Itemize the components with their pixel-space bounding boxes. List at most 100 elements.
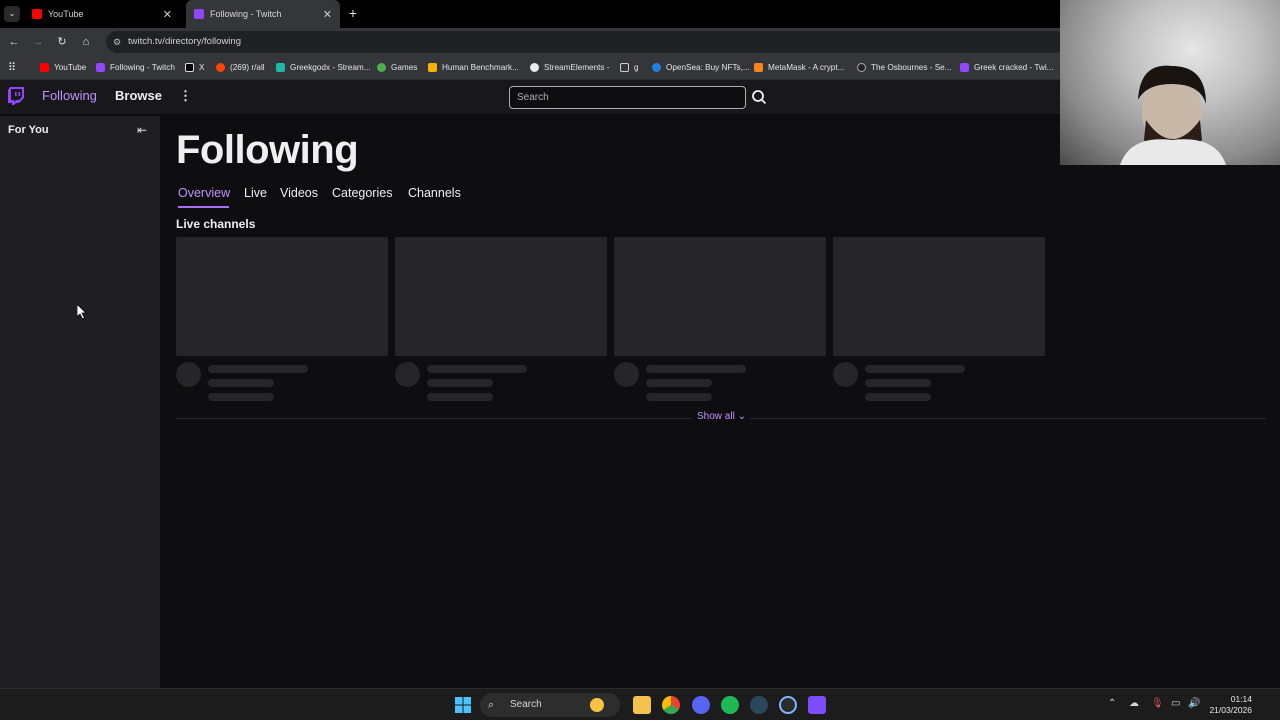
taskbar-search[interactable]: ⌕ Search [480,693,620,717]
taskbar-clock[interactable]: 01:14 21/03/2026 [1208,694,1252,716]
search-input[interactable]: Search [509,86,746,109]
avatar-placeholder [614,362,639,387]
sidebar-heading-for-you: For You [8,124,49,136]
windows-taskbar: ⌕ Search ⌃ ☁ 🎙 ▭ 🔊 01:14 21/03/2026 [0,688,1280,720]
reload-icon[interactable]: ↻ [54,34,70,50]
clock-time: 01:14 [1230,694,1252,704]
show-all-button[interactable]: Show all ⌄ [693,411,750,422]
opensea-icon [652,62,661,72]
tab-title: YouTube [48,9,84,19]
browser-tab-twitch[interactable]: Following - Twitch ✕ [186,0,340,28]
bookmark-games[interactable]: Games [377,56,417,78]
bookmark-osbournes[interactable]: The Osbournes - Se... [857,56,952,78]
bookmark-youtube[interactable]: YouTube [40,56,86,78]
text-placeholder [646,393,712,401]
close-icon[interactable]: ✕ [163,8,172,21]
card-thumbnail-placeholder [176,237,388,356]
bookmark-x[interactable]: X [185,56,204,78]
nav-browse[interactable]: Browse [115,88,162,103]
tab-categories[interactable]: Categories [332,186,392,200]
search-icon[interactable] [748,86,770,109]
folder-icon [620,62,629,72]
url-text: twitch.tv/directory/following [128,36,241,47]
apps-icon[interactable]: ⠿ [8,56,16,78]
search-highlight-icon [590,698,604,712]
mouse-cursor-icon [77,304,87,320]
youtube-icon [40,62,49,72]
bookmark-reddit[interactable]: (269) r/all [216,56,265,78]
bookmark-greekgodx[interactable]: Greekgodx - Stream... [276,56,371,78]
c-app-icon[interactable] [779,696,797,714]
bookmark-following-twitch[interactable]: Following - Twitch [96,56,175,78]
bookmark-human-benchmark[interactable]: Human Benchmark... [428,56,519,78]
steam-icon[interactable] [750,696,768,714]
twitch-icon [194,9,204,19]
nav-following[interactable]: Following [42,88,97,103]
forward-icon[interactable]: → [30,34,46,50]
section-heading-live-channels: Live channels [176,217,256,231]
bookmark-greek-cracked[interactable]: Greek cracked - Twi... [960,56,1053,78]
webcam-overlay [1060,0,1280,165]
windows-start-icon[interactable] [454,696,472,714]
text-placeholder [427,393,493,401]
games-icon [377,62,386,72]
streamelements-icon [530,62,539,72]
text-placeholder [208,393,274,401]
bookmark-metamask[interactable]: MetaMask - A crypt... [754,56,844,78]
text-placeholder [646,365,746,373]
onedrive-icon[interactable]: ☁ [1129,698,1139,709]
chrome-icon[interactable] [662,696,680,714]
discord-icon[interactable] [692,696,710,714]
text-placeholder [427,379,493,387]
network-icon[interactable]: ▭ [1171,698,1180,709]
clock-date: 21/03/2026 [1209,705,1252,715]
card-thumbnail-placeholder [614,237,826,356]
active-tab-indicator [178,206,229,208]
text-placeholder [427,365,527,373]
card-thumbnail-placeholder [833,237,1045,356]
twitch-logo-icon[interactable] [8,87,24,105]
tray-chevron-up-icon[interactable]: ⌃ [1108,698,1116,709]
tab-live[interactable]: Live [244,186,267,200]
tab-videos[interactable]: Videos [280,186,318,200]
avatar-placeholder [176,362,201,387]
tab-overview[interactable]: Overview [178,186,230,200]
osbournes-icon [857,62,866,72]
microphone-icon[interactable]: 🎙 [1151,698,1164,709]
text-placeholder [865,393,931,401]
volume-icon[interactable]: 🔊 [1188,698,1200,709]
sidebar: For You ⇤ [0,116,160,688]
address-bar[interactable]: ⚙ twitch.tv/directory/following [106,31,1066,53]
webcam-person-image [1120,65,1226,165]
tab-title: Following - Twitch [210,9,282,19]
twitch-icon [960,62,969,72]
browser-tab-youtube[interactable]: YouTube ✕ [24,0,180,28]
youtube-icon [32,9,42,19]
close-icon[interactable]: ✕ [323,8,332,21]
file-explorer-icon[interactable] [633,696,651,714]
twitch-icon [96,62,105,72]
bookmark-folder-g[interactable]: g [620,56,639,78]
search-icon: ⌕ [488,699,495,711]
home-icon[interactable]: ⌂ [78,34,94,50]
text-placeholder [646,379,712,387]
lightning-icon [428,62,437,72]
more-options-icon[interactable]: ⋮ [179,88,192,104]
x-icon [185,62,194,72]
page-title: Following [176,128,359,172]
back-icon[interactable]: ← [6,34,22,50]
bookmark-opensea[interactable]: OpenSea: Buy NFTs,... [652,56,750,78]
chevron-down-icon: ⌄ [737,411,746,422]
avatar-placeholder [395,362,420,387]
avatar-placeholder [833,362,858,387]
grid-app-icon[interactable] [808,696,826,714]
card-thumbnail-placeholder [395,237,607,356]
site-info-icon[interactable]: ⚙ [113,31,121,53]
spotify-icon[interactable] [721,696,739,714]
bookmark-streamelements[interactable]: StreamElements - [530,56,610,78]
tab-search-icon[interactable]: ⌄ [4,6,20,22]
tab-channels[interactable]: Channels [408,186,461,200]
new-tab-icon[interactable]: + [345,5,361,21]
collapse-sidebar-icon[interactable]: ⇤ [137,123,147,137]
text-placeholder [865,365,965,373]
